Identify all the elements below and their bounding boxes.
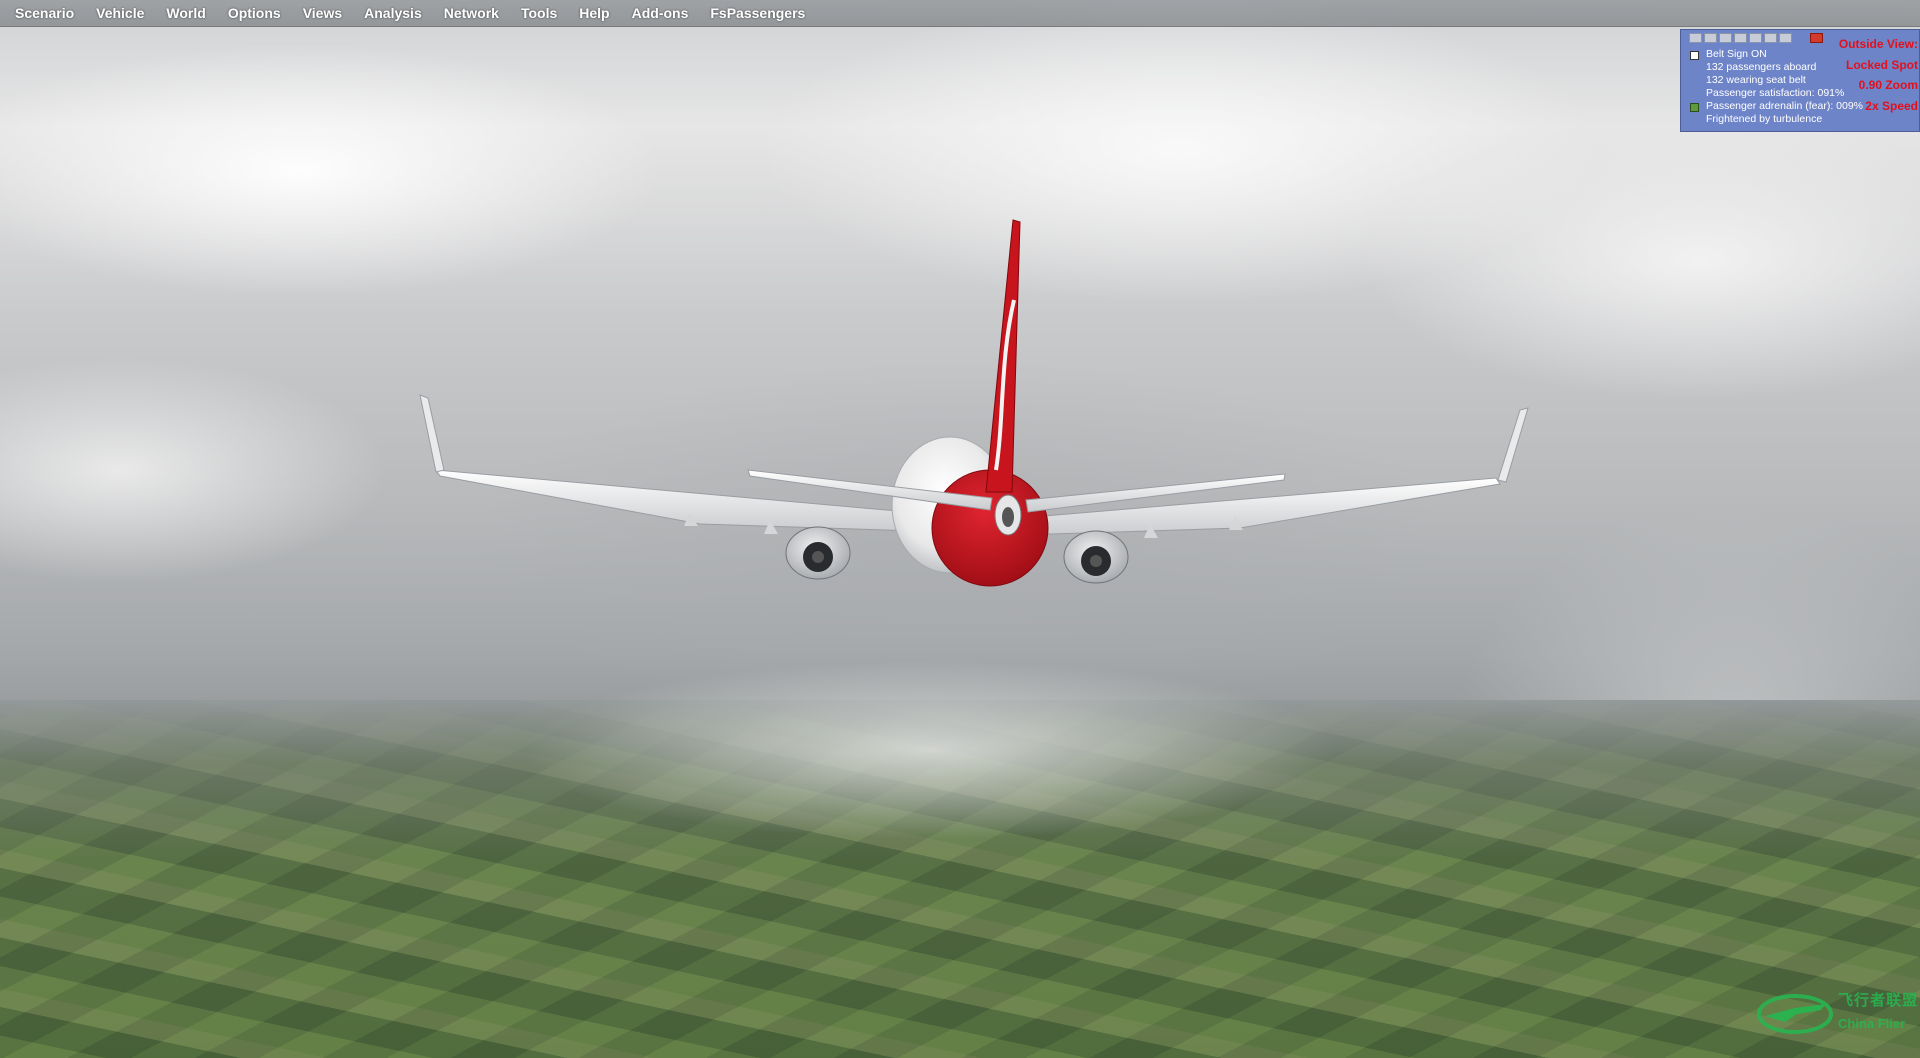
adrenalin-indicator-icon [1690,103,1699,112]
menu-network[interactable]: Network [433,0,510,26]
view-mode: Locked Spot [1845,57,1918,72]
menu-views[interactable]: Views [292,0,353,26]
menu-analysis[interactable]: Analysis [353,0,433,26]
menu-scenario[interactable]: Scenario [4,0,85,26]
watermark-chinese: 飞行者联盟 [1838,991,1919,1009]
aircraft [419,219,1529,587]
menu-options[interactable]: Options [217,0,292,26]
view-zoom: 0.90 Zoom [1858,78,1918,92]
menu-tools[interactable]: Tools [510,0,568,26]
fsp-camera-icon[interactable] [1764,33,1777,43]
menu-world[interactable]: World [155,0,216,26]
simulator-viewport[interactable] [0,0,1920,1058]
fsp-seat-icon[interactable] [1719,33,1732,43]
menu-fspassengers[interactable]: FsPassengers [699,0,816,26]
fsp-window-icon[interactable] [1734,33,1747,43]
fsp-close-icon[interactable] [1810,33,1823,43]
view-title: Outside View: [1838,37,1918,51]
plane-logo-icon [1757,994,1833,1034]
fsp-chart-icon[interactable] [1749,33,1762,43]
watermark: 飞行者联盟 China Flier [1755,986,1920,1038]
watermark-english: China Flier [1838,1016,1906,1031]
view-speed: 2x Speed [1865,98,1918,113]
fsp-list-icon[interactable] [1704,33,1717,43]
view-info: Outside View: Locked Spot 0.90 Zoom 2x S… [1839,34,1918,116]
fsp-toolbar [1689,33,1823,43]
menu-bar: Scenario Vehicle World Options Views Ana… [0,0,1920,27]
fsp-info-icon[interactable] [1779,33,1792,43]
fsp-eye-icon[interactable] [1689,33,1702,43]
belt-sign-indicator-icon [1690,51,1699,60]
menu-addons[interactable]: Add-ons [621,0,700,26]
menu-vehicle[interactable]: Vehicle [85,0,155,26]
menu-help[interactable]: Help [568,0,620,26]
